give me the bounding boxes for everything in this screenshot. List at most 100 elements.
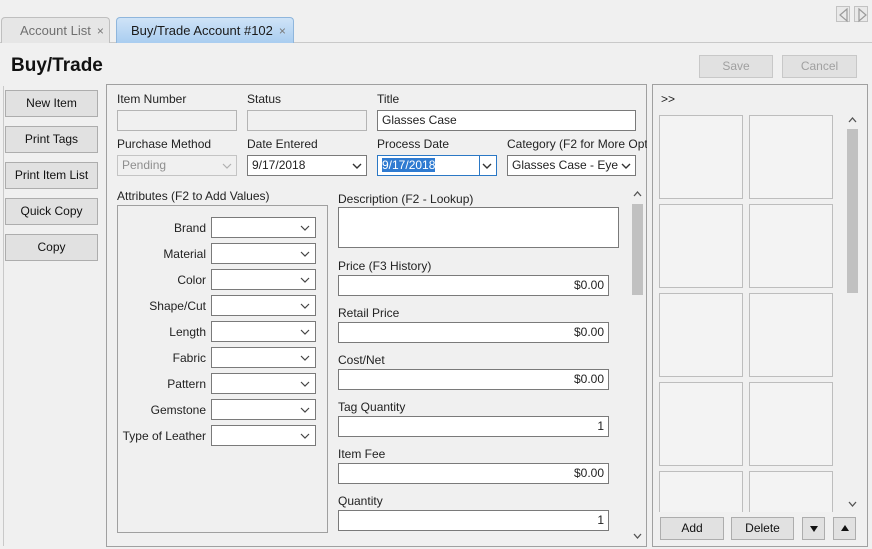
chevron-down-icon (300, 381, 310, 387)
attribute-label-length: Length (169, 325, 206, 339)
scrollbar-thumb[interactable] (847, 129, 858, 293)
image-slot[interactable] (749, 293, 833, 377)
attribute-label-shape-cut: Shape/Cut (149, 299, 206, 313)
type-of-leather-select[interactable] (211, 425, 316, 446)
image-slot[interactable] (659, 471, 743, 512)
chevron-down-icon (621, 163, 631, 169)
cancel-button[interactable]: Cancel (782, 55, 857, 78)
process-date-label: Process Date (377, 137, 450, 151)
brand-select[interactable] (211, 217, 316, 238)
form-scrollbar[interactable] (630, 188, 645, 544)
date-entered-picker[interactable]: 9/17/2018 (247, 155, 367, 176)
date-entered-label: Date Entered (247, 137, 318, 151)
tab-label: Buy/Trade Account #102 (131, 23, 273, 38)
attribute-label-gemstone: Gemstone (150, 403, 206, 417)
item-number-label: Item Number (117, 92, 187, 106)
attribute-label-type-of-leather: Type of Leather (122, 429, 206, 443)
quantity-label: Quantity (338, 494, 383, 508)
chevron-down-icon (300, 225, 310, 231)
triangle-down-icon (809, 526, 818, 532)
price-label: Price (F3 History) (338, 259, 432, 273)
move-up-button[interactable] (833, 517, 856, 540)
attribute-label-brand: Brand (173, 221, 206, 235)
tab-strip: Account List × Buy/Trade Account #102 × (0, 0, 872, 43)
description-label: Description (F2 - Lookup) (338, 192, 474, 206)
price-input[interactable]: $0.00 (338, 275, 609, 296)
process-date-value: 9/17/2018 (382, 158, 436, 172)
retail-price-label: Retail Price (338, 306, 400, 320)
chevron-down-icon (300, 433, 310, 439)
copy-button[interactable]: Copy (5, 234, 98, 261)
retail-price-input[interactable]: $0.00 (338, 322, 609, 343)
status-field (247, 110, 367, 131)
attribute-label-material: Material (163, 247, 206, 261)
chevron-down-icon[interactable] (633, 532, 642, 540)
page-title: Buy/Trade (11, 55, 103, 76)
image-slot[interactable] (659, 382, 743, 466)
attribute-label-pattern: Pattern (167, 377, 206, 391)
pattern-select[interactable] (211, 373, 316, 394)
save-button[interactable]: Save (699, 55, 773, 78)
left-panel-divider (3, 86, 4, 546)
chevron-up-icon[interactable] (633, 190, 642, 198)
image-scrollbar[interactable] (845, 113, 860, 511)
close-icon[interactable]: × (279, 24, 286, 38)
tag-quantity-label: Tag Quantity (338, 400, 406, 414)
description-input[interactable] (338, 207, 619, 248)
scrollbar-thumb[interactable] (632, 204, 643, 295)
cost-net-label: Cost/Net (338, 353, 385, 367)
purchase-method-select[interactable]: Pending (117, 155, 237, 176)
move-down-button[interactable] (802, 517, 825, 540)
image-slot[interactable] (749, 471, 833, 512)
image-grid (659, 115, 845, 512)
chevron-down-icon (222, 163, 232, 169)
process-date-picker[interactable]: 9/17/2018 (377, 155, 497, 176)
triangle-left-icon[interactable] (836, 6, 850, 23)
expand-toggle[interactable]: >> (661, 92, 675, 106)
chevron-down-icon (300, 251, 310, 257)
close-icon[interactable]: × (97, 24, 104, 38)
attributes-label: Attributes (F2 to Add Values) (117, 189, 270, 203)
material-select[interactable] (211, 243, 316, 264)
fabric-select[interactable] (211, 347, 316, 368)
item-number-field (117, 110, 237, 131)
chevron-up-icon[interactable] (848, 116, 857, 124)
chevron-down-icon (300, 355, 310, 361)
chevron-down-icon (300, 277, 310, 283)
tab-buy-trade-account[interactable]: Buy/Trade Account #102 × (116, 17, 294, 43)
chevron-down-icon (300, 329, 310, 335)
category-label-clip: Category (F2 for More Options) (507, 137, 647, 151)
category-value: Glasses Case - Eyewear (512, 158, 618, 172)
print-tags-button[interactable]: Print Tags (5, 126, 98, 153)
add-image-button[interactable]: Add (660, 517, 724, 540)
cost-net-input[interactable]: $0.00 (338, 369, 609, 390)
quick-copy-button[interactable]: Quick Copy (5, 198, 98, 225)
image-slot[interactable] (749, 204, 833, 288)
image-slot[interactable] (659, 115, 743, 199)
new-item-button[interactable]: New Item (5, 90, 98, 117)
image-slot[interactable] (749, 382, 833, 466)
title-input[interactable]: Glasses Case (377, 110, 636, 131)
triangle-right-icon[interactable] (854, 6, 868, 23)
color-select[interactable] (211, 269, 316, 290)
shape-cut-select[interactable] (211, 295, 316, 316)
image-slot[interactable] (659, 293, 743, 377)
item-fee-input[interactable]: $0.00 (338, 463, 609, 484)
chevron-down-icon[interactable] (848, 500, 857, 508)
print-item-list-button[interactable]: Print Item List (5, 162, 98, 189)
purchase-method-value: Pending (122, 158, 167, 172)
chevron-down-icon (482, 163, 492, 169)
item-fee-label: Item Fee (338, 447, 386, 461)
category-label: Category (F2 for More Options) (507, 137, 647, 151)
chevron-down-icon (352, 163, 362, 169)
date-entered-value: 9/17/2018 (252, 158, 306, 172)
tab-account-list[interactable]: Account List × (1, 17, 110, 43)
length-select[interactable] (211, 321, 316, 342)
quantity-input[interactable]: 1 (338, 510, 609, 531)
gemstone-select[interactable] (211, 399, 316, 420)
category-select[interactable]: Glasses Case - Eyewear (507, 155, 636, 176)
image-slot[interactable] (749, 115, 833, 199)
tag-quantity-input[interactable]: 1 (338, 416, 609, 437)
image-slot[interactable] (659, 204, 743, 288)
delete-image-button[interactable]: Delete (731, 517, 794, 540)
